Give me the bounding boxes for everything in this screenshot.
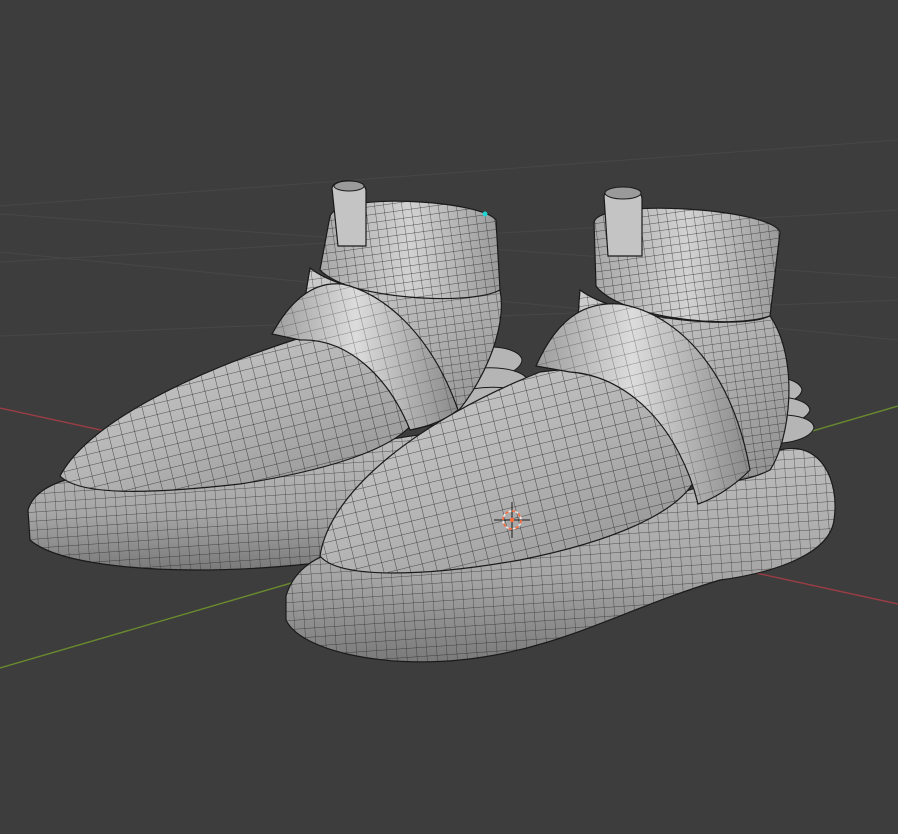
3d-viewport[interactable]: [0, 0, 898, 834]
viewport-scene[interactable]: [0, 0, 898, 834]
